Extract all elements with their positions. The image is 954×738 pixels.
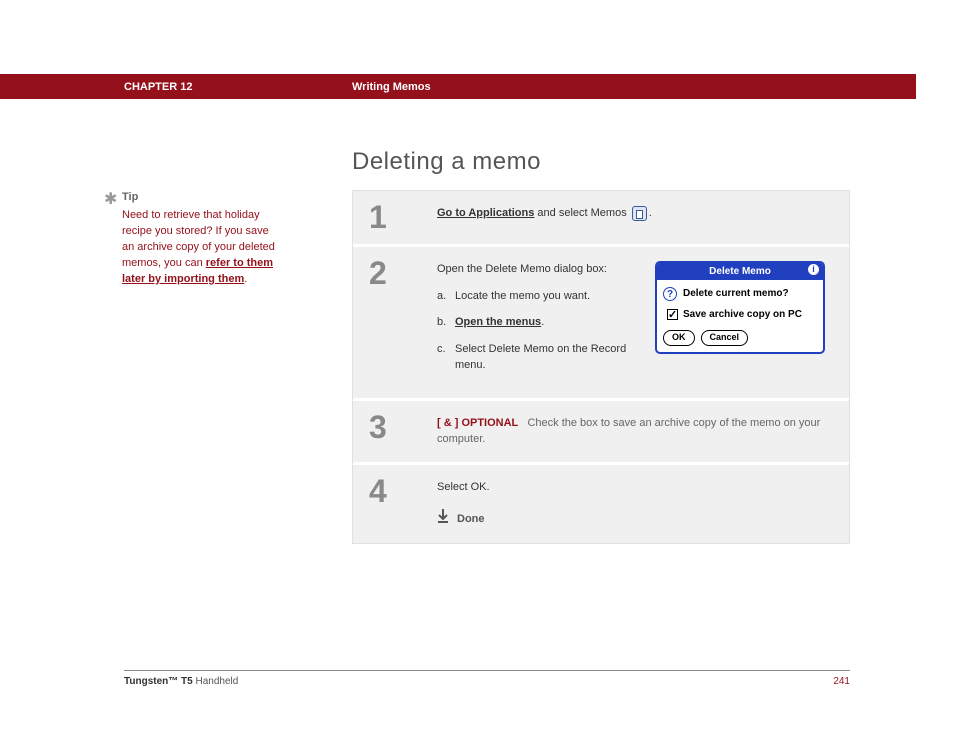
open-menus-link[interactable]: Open the menus — [455, 316, 541, 328]
step-row: 3 [ & ] OPTIONAL Check the box to save a… — [353, 401, 849, 465]
done-indicator: Done — [437, 509, 835, 529]
question-icon: ? — [663, 287, 677, 301]
sub-steps: a.Locate the memo you want. b.Open the m… — [437, 288, 645, 374]
chapter-label: CHAPTER 12 — [124, 81, 352, 93]
page-number: 241 — [833, 676, 850, 687]
archive-label: Save archive copy on PC — [683, 307, 802, 322]
product-name: Tungsten™ T5 Handheld — [124, 676, 238, 687]
ok-button[interactable]: OK — [663, 330, 695, 346]
step-number: 1 — [353, 191, 423, 244]
step-content: Select OK. Done — [423, 465, 849, 543]
step-content: Go to Applications and select Memos . — [423, 191, 849, 244]
optional-tag: [ & ] OPTIONAL — [437, 417, 518, 429]
archive-checkbox[interactable] — [667, 309, 678, 320]
delete-memo-dialog: Delete Memo i ? Delete current memo? Sav… — [655, 261, 825, 354]
cancel-button[interactable]: Cancel — [701, 330, 749, 346]
tip-callout: ✱ Tip Need to retrieve that holiday reci… — [104, 190, 284, 288]
section-label: Writing Memos — [352, 81, 431, 93]
step-row: 2 Open the Delete Memo dialog box: a.Loc… — [353, 247, 849, 401]
page-footer: Tungsten™ T5 Handheld 241 — [124, 676, 850, 687]
applications-link[interactable]: Go to Applications — [437, 207, 534, 219]
memos-icon — [632, 206, 647, 221]
step-row: 1 Go to Applications and select Memos . — [353, 191, 849, 247]
dialog-title: Delete Memo i — [657, 263, 823, 280]
step-number: 2 — [353, 247, 423, 398]
footer-rule — [124, 670, 850, 671]
down-arrow-icon — [437, 509, 449, 529]
step-row: 4 Select OK. Done — [353, 465, 849, 543]
info-icon[interactable]: i — [808, 264, 819, 275]
steps-table: 1 Go to Applications and select Memos . … — [352, 190, 850, 544]
tip-heading: Tip — [122, 190, 284, 206]
page-title: Deleting a memo — [352, 148, 541, 176]
tip-text: Need to retrieve that holiday recipe you… — [122, 208, 284, 288]
step-content: [ & ] OPTIONAL Check the box to save an … — [423, 401, 849, 462]
dialog-question: Delete current memo? — [683, 286, 789, 301]
step-number: 4 — [353, 465, 423, 543]
chapter-header: CHAPTER 12 Writing Memos — [0, 74, 916, 99]
step-content: Open the Delete Memo dialog box: a.Locat… — [423, 247, 849, 398]
step-number: 3 — [353, 401, 423, 462]
asterisk-icon: ✱ — [104, 188, 117, 211]
